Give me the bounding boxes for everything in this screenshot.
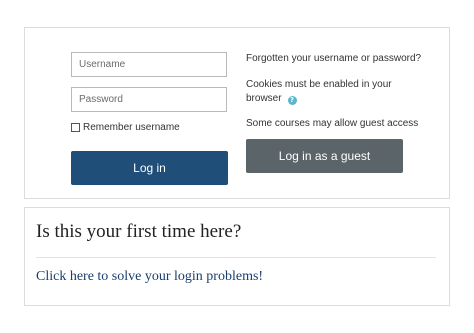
username-input[interactable]	[71, 52, 227, 77]
login-panel: Remember username Log in Forgotten your …	[24, 27, 450, 199]
divider	[36, 257, 436, 258]
remember-username-label: Remember username	[83, 122, 180, 133]
guest-login-button[interactable]: Log in as a guest	[246, 139, 403, 173]
guest-access-note: Some courses may allow guest access	[246, 118, 419, 129]
cookies-notice-text: Cookies must be enabled in your browser	[246, 79, 392, 104]
first-time-heading: Is this your first time here?	[36, 221, 242, 242]
remember-username-option[interactable]: Remember username	[71, 122, 180, 133]
cookies-notice: Cookies must be enabled in your browser?	[246, 78, 396, 106]
password-input[interactable]	[71, 87, 227, 112]
forgot-credentials-link[interactable]: Forgotten your username or password?	[246, 53, 421, 64]
remember-username-checkbox[interactable]	[71, 123, 80, 132]
help-icon[interactable]: ?	[287, 96, 297, 105]
login-problems-link[interactable]: Click here to solve your login problems!	[36, 269, 263, 285]
login-button[interactable]: Log in	[71, 151, 228, 185]
first-time-panel: Is this your first time here? Click here…	[24, 207, 450, 306]
login-page: Remember username Log in Forgotten your …	[0, 0, 474, 333]
